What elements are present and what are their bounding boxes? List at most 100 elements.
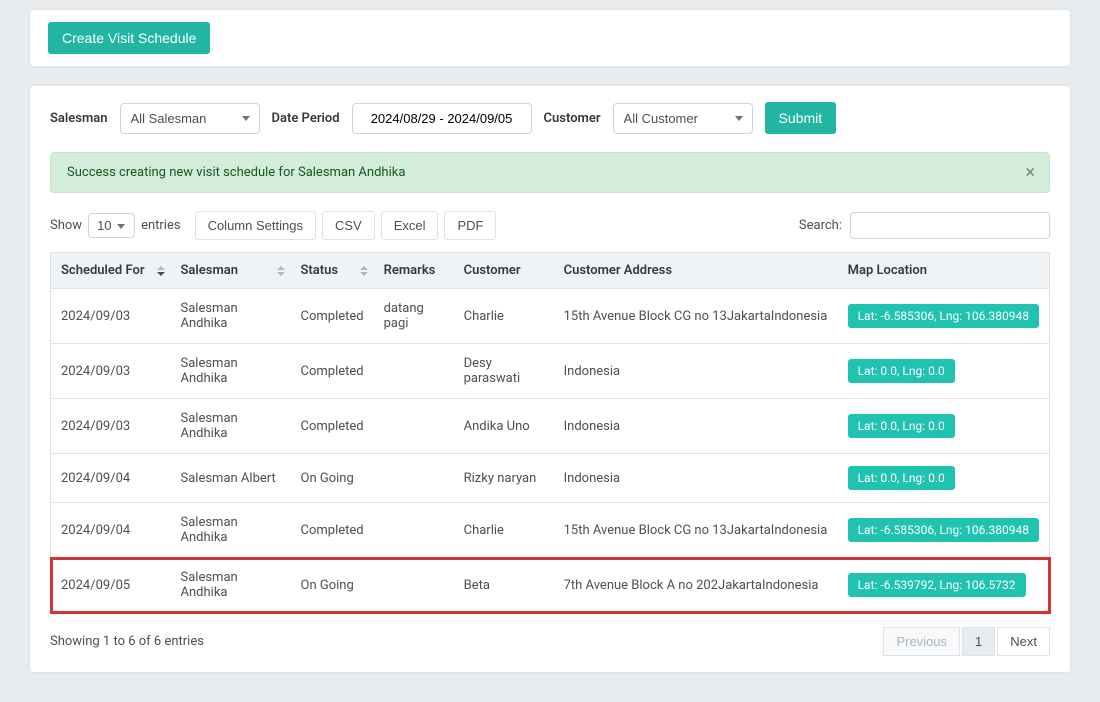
salesman-select[interactable]: All Salesman xyxy=(120,103,260,134)
cell-customer: Desy paraswati xyxy=(454,344,554,399)
col-remarks[interactable]: Remarks xyxy=(374,253,454,289)
alert-message: Success creating new visit schedule for … xyxy=(67,165,405,180)
cell-map: Lat: -6.539792, Lng: 106.5732 xyxy=(838,558,1050,613)
filter-row: Salesman All Salesman Date Period Custom… xyxy=(50,102,1050,134)
table-footer: Showing 1 to 6 of 6 entries Previous 1 N… xyxy=(50,627,1050,656)
col-status[interactable]: Status xyxy=(291,253,374,289)
col-customer-address[interactable]: Customer Address xyxy=(554,253,838,289)
next-button[interactable]: Next xyxy=(997,627,1050,656)
date-range-input[interactable] xyxy=(352,103,532,134)
pagination: Previous 1 Next xyxy=(883,627,1050,656)
cell-remarks xyxy=(374,399,454,454)
cell-scheduled-for: 2024/09/03 xyxy=(51,399,171,454)
cell-status: Completed xyxy=(291,344,374,399)
main-card: Salesman All Salesman Date Period Custom… xyxy=(30,86,1070,672)
col-customer[interactable]: Customer xyxy=(454,253,554,289)
sort-icon xyxy=(360,266,368,276)
previous-button[interactable]: Previous xyxy=(883,627,960,656)
cell-scheduled-for: 2024/09/05 xyxy=(51,558,171,613)
cell-scheduled-for: 2024/09/04 xyxy=(51,454,171,503)
sort-icon xyxy=(157,266,165,276)
page-length-area: Show 10 entries xyxy=(50,213,181,238)
cell-customer: Beta xyxy=(454,558,554,613)
cell-status: Completed xyxy=(291,503,374,558)
cell-map: Lat: 0.0, Lng: 0.0 xyxy=(838,454,1050,503)
table-controls: Show 10 entries Column Settings CSV Exce… xyxy=(50,211,1050,240)
cell-address: 7th Avenue Block A no 202JakartaIndonesi… xyxy=(554,558,838,613)
cell-status: Completed xyxy=(291,399,374,454)
page-length-select[interactable]: 10 xyxy=(88,213,135,238)
customer-filter-label: Customer xyxy=(544,111,601,126)
cell-status: On Going xyxy=(291,558,374,613)
map-location-badge[interactable]: Lat: 0.0, Lng: 0.0 xyxy=(848,359,955,383)
cell-address: Indonesia xyxy=(554,454,838,503)
cell-address: Indonesia xyxy=(554,344,838,399)
cell-customer: Andika Uno xyxy=(454,399,554,454)
cell-customer: Charlie xyxy=(454,289,554,344)
cell-salesman: Salesman Andhika xyxy=(171,344,291,399)
cell-scheduled-for: 2024/09/03 xyxy=(51,344,171,399)
cell-salesman: Salesman Andhika xyxy=(171,399,291,454)
table-row: 2024/09/03Salesman AndhikaCompleted Desy … xyxy=(51,344,1050,399)
submit-button[interactable]: Submit xyxy=(765,102,837,134)
map-location-badge[interactable]: Lat: -6.539792, Lng: 106.5732 xyxy=(848,573,1026,597)
cell-customer: Charlie xyxy=(454,503,554,558)
create-visit-schedule-button[interactable]: Create Visit Schedule xyxy=(48,22,210,54)
entries-label: entries xyxy=(141,218,181,233)
sort-icon xyxy=(277,266,285,276)
cell-map: Lat: 0.0, Lng: 0.0 xyxy=(838,399,1050,454)
cell-status: On Going xyxy=(291,454,374,503)
col-scheduled-for[interactable]: Scheduled For xyxy=(51,253,171,289)
map-location-badge[interactable]: Lat: 0.0, Lng: 0.0 xyxy=(848,466,955,490)
cell-remarks: datang pagi xyxy=(374,289,454,344)
cell-salesman: Salesman Andhika xyxy=(171,503,291,558)
customer-select-wrap: All Customer xyxy=(613,103,753,134)
excel-button[interactable]: Excel xyxy=(381,211,439,240)
salesman-filter-label: Salesman xyxy=(50,111,108,126)
export-buttons: Column Settings CSV Excel PDF xyxy=(195,211,497,240)
table-row: 2024/09/03Salesman AndhikaCompleteddatan… xyxy=(51,289,1050,344)
map-location-badge[interactable]: Lat: 0.0, Lng: 0.0 xyxy=(848,414,955,438)
pdf-button[interactable]: PDF xyxy=(444,211,496,240)
cell-customer: Rizky naryan xyxy=(454,454,554,503)
map-location-badge[interactable]: Lat: -6.585306, Lng: 106.380948 xyxy=(848,518,1039,542)
col-salesman[interactable]: Salesman xyxy=(171,253,291,289)
table-row: 2024/09/05Salesman AndhikaOn Going Beta7t… xyxy=(51,558,1050,613)
customer-select[interactable]: All Customer xyxy=(613,103,753,134)
show-label: Show xyxy=(50,218,82,233)
salesman-select-wrap: All Salesman xyxy=(120,103,260,134)
table-info: Showing 1 to 6 of 6 entries xyxy=(50,634,204,649)
page-1-button[interactable]: 1 xyxy=(962,627,995,656)
cell-address: Indonesia xyxy=(554,399,838,454)
search-label: Search: xyxy=(799,218,842,233)
cell-map: Lat: -6.585306, Lng: 106.380948 xyxy=(838,503,1050,558)
cell-remarks xyxy=(374,558,454,613)
cell-salesman: Salesman Andhika xyxy=(171,558,291,613)
cell-map: Lat: 0.0, Lng: 0.0 xyxy=(838,344,1050,399)
search-input[interactable] xyxy=(850,212,1050,239)
cell-scheduled-for: 2024/09/04 xyxy=(51,503,171,558)
cell-remarks xyxy=(374,503,454,558)
success-alert: Success creating new visit schedule for … xyxy=(50,152,1050,193)
csv-button[interactable]: CSV xyxy=(322,211,375,240)
column-settings-button[interactable]: Column Settings xyxy=(195,211,316,240)
close-icon[interactable]: × xyxy=(1025,164,1035,182)
cell-address: 15th Avenue Block CG no 13JakartaIndones… xyxy=(554,503,838,558)
cell-salesman: Salesman Albert xyxy=(171,454,291,503)
cell-scheduled-for: 2024/09/03 xyxy=(51,289,171,344)
table-row: 2024/09/04Salesman AndhikaCompleted Charl… xyxy=(51,503,1050,558)
table-row: 2024/09/03Salesman AndhikaCompleted Andik… xyxy=(51,399,1050,454)
table-header-row: Scheduled For Salesman Status xyxy=(51,253,1050,289)
cell-salesman: Salesman Andhika xyxy=(171,289,291,344)
search-area: Search: xyxy=(799,212,1050,239)
date-period-label: Date Period xyxy=(272,111,340,126)
col-map-location[interactable]: Map Location xyxy=(838,253,1050,289)
visit-schedule-table: Scheduled For Salesman Status xyxy=(50,252,1050,613)
cell-status: Completed xyxy=(291,289,374,344)
cell-remarks xyxy=(374,454,454,503)
map-location-badge[interactable]: Lat: -6.585306, Lng: 106.380948 xyxy=(848,304,1039,328)
cell-map: Lat: -6.585306, Lng: 106.380948 xyxy=(838,289,1050,344)
header-card: Create Visit Schedule xyxy=(30,10,1070,66)
cell-address: 15th Avenue Block CG no 13JakartaIndones… xyxy=(554,289,838,344)
cell-remarks xyxy=(374,344,454,399)
